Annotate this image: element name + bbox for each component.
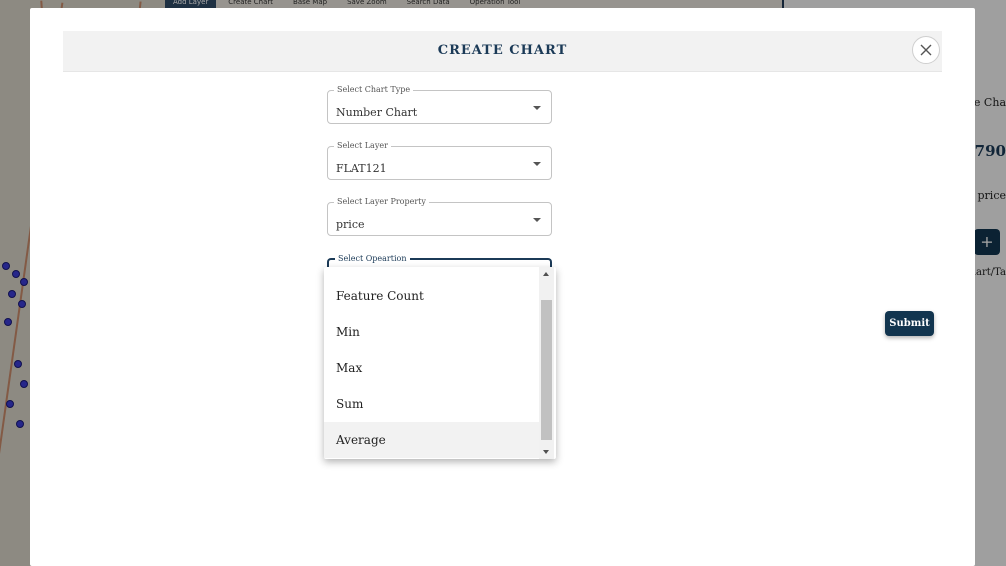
option-sum[interactable]: Sum [324,386,540,422]
chart-type-value: Number Chart [336,106,418,119]
layer-property-value: price [336,218,365,231]
layer-select[interactable]: Select Layer FLAT121 [327,141,552,180]
operation-dropdown-list: Feature Count Min Max Sum Average [324,267,556,459]
option-average[interactable]: Average [324,422,540,458]
scroll-down-icon[interactable] [543,450,549,454]
layer-property-label: Select Layer Property [334,197,429,207]
close-button[interactable] [912,36,940,64]
option-max[interactable]: Max [324,350,540,386]
option-min[interactable]: Min [324,314,540,350]
modal-title: CREATE CHART [437,43,568,58]
layer-property-select[interactable]: Select Layer Property price [327,197,552,236]
scrollbar-thumb[interactable] [541,300,552,440]
close-icon [920,44,932,56]
chart-type-select[interactable]: Select Chart Type Number Chart [327,85,552,124]
chart-type-label: Select Chart Type [334,85,414,95]
dropdown-scrollbar[interactable] [539,267,554,459]
chevron-down-icon [533,162,541,166]
chevron-down-icon [533,106,541,110]
layer-value: FLAT121 [336,162,387,175]
modal-header: CREATE CHART [63,31,942,72]
operation-label: Select Opeartion [335,254,410,264]
layer-label: Select Layer [334,141,391,151]
chevron-down-icon [533,218,541,222]
option-feature-count[interactable]: Feature Count [324,278,540,314]
submit-button[interactable]: Submit [885,311,934,336]
scroll-up-icon[interactable] [543,272,549,276]
